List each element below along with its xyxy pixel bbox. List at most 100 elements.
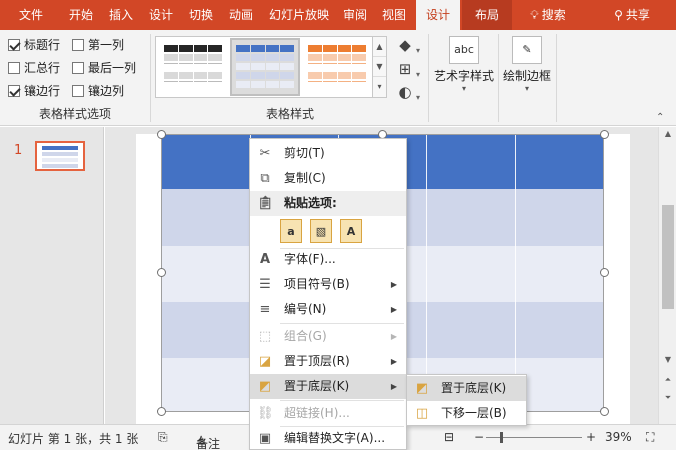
borders-icon[interactable]: ⊞ ▾ bbox=[394, 58, 420, 80]
style-row bbox=[236, 54, 294, 61]
send-to-back-icon: ◩ bbox=[415, 381, 429, 396]
checkbox-label: 镶边列 bbox=[88, 84, 125, 98]
alt-text-icon: ▣ bbox=[258, 431, 272, 446]
table-style-option[interactable] bbox=[160, 40, 226, 94]
first-column-checkbox[interactable]: 第一列 bbox=[72, 36, 124, 54]
menu-item-send-to-back[interactable]: ◩ 置于底层(K) ▶ bbox=[250, 374, 406, 399]
scrollbar-thumb[interactable] bbox=[662, 205, 674, 309]
scroll-up-icon[interactable]: ▲ bbox=[659, 129, 676, 138]
paste-keep-format-icon[interactable]: a bbox=[280, 219, 302, 243]
paste-options-header: 📋︎ 粘贴选项: bbox=[250, 191, 406, 216]
menu-item-edit-alt-text[interactable]: ▣ 编辑替换文字(A)... bbox=[250, 426, 406, 450]
wordart-label: 艺术字样式 bbox=[433, 69, 494, 83]
banded-rows-checkbox[interactable]: 镶边行 bbox=[8, 82, 60, 100]
group-divider bbox=[428, 34, 429, 122]
tab-review[interactable]: 审阅 bbox=[338, 0, 372, 30]
next-slide-icon[interactable]: ⏷ bbox=[659, 393, 676, 403]
last-column-checkbox[interactable]: 最后一列 bbox=[72, 59, 136, 77]
bring-front-icon: ◪ bbox=[258, 354, 272, 369]
draw-borders-button[interactable]: ✎ 绘制边框 ▾ bbox=[500, 36, 554, 93]
table-style-option-selected[interactable] bbox=[230, 38, 300, 96]
paste-picture-icon[interactable]: ▧ bbox=[310, 219, 332, 243]
tab-view[interactable]: 视图 bbox=[376, 0, 412, 30]
menu-item-copy[interactable]: ⧉ 复制(C) bbox=[250, 166, 406, 191]
resize-handle[interactable] bbox=[157, 268, 166, 277]
person-icon: ⚲ bbox=[614, 8, 623, 22]
ribbon: 标题行 第一列 汇总行 最后一列 镶边行 镶边列 表格样式选项 ▲ ▼ ▾ ◆ … bbox=[0, 30, 676, 126]
submenu-arrow-icon: ▶ bbox=[390, 332, 397, 341]
table-style-option[interactable] bbox=[304, 40, 370, 94]
style-row bbox=[236, 81, 294, 88]
zoom-slider-thumb[interactable] bbox=[500, 432, 503, 443]
wordart-styles-button[interactable]: abc 艺术字样式 ▾ bbox=[432, 36, 496, 93]
resize-handle[interactable] bbox=[600, 130, 609, 139]
spellcheck-icon[interactable]: ⎘ bbox=[158, 430, 168, 445]
menu-item-label: 超链接(H)... bbox=[284, 406, 350, 420]
thumb-row bbox=[42, 158, 78, 162]
style-row bbox=[164, 54, 222, 61]
tab-home[interactable]: 开始 bbox=[62, 0, 100, 30]
style-row bbox=[164, 45, 222, 52]
submenu-arrow-icon: ▶ bbox=[390, 382, 397, 391]
menu-item-label: 置于顶层(R) bbox=[284, 354, 350, 368]
vertical-scrollbar[interactable]: ▲ ▼ ⏶ ⏷ bbox=[658, 127, 676, 424]
group-divider bbox=[150, 34, 151, 122]
style-row bbox=[308, 54, 366, 61]
previous-slide-icon[interactable]: ⏶ bbox=[659, 375, 676, 385]
shading-icon[interactable]: ◆ ▾ bbox=[394, 34, 420, 56]
slide-thumbnail[interactable] bbox=[35, 141, 85, 171]
checkbox-label: 标题行 bbox=[24, 38, 61, 52]
group-icon: ⬚ bbox=[258, 329, 272, 344]
resize-handle[interactable] bbox=[157, 407, 166, 416]
gallery-more-icon[interactable]: ▾ bbox=[373, 77, 386, 97]
table-styles-gallery bbox=[155, 36, 373, 98]
tab-search[interactable]: 💡︎ 搜索 bbox=[520, 0, 576, 30]
total-row-checkbox[interactable]: 汇总行 bbox=[8, 59, 60, 77]
style-row bbox=[164, 72, 222, 79]
tab-insert[interactable]: 插入 bbox=[102, 0, 140, 30]
menu-item-font[interactable]: A 字体(F)... bbox=[250, 247, 406, 272]
checkbox-box bbox=[8, 85, 20, 97]
tab-file[interactable]: 文件 bbox=[6, 0, 56, 30]
zoom-in-button[interactable]: + bbox=[586, 430, 596, 444]
zoom-level[interactable]: 39% bbox=[605, 430, 632, 444]
gallery-down-arrow-icon[interactable]: ▼ bbox=[373, 57, 386, 77]
tab-search-label: 搜索 bbox=[541, 8, 566, 22]
tab-slideshow[interactable]: 幻灯片放映 bbox=[262, 0, 336, 30]
tab-design[interactable]: 设计 bbox=[142, 0, 180, 30]
share-button[interactable]: ⚲ 共享 bbox=[604, 0, 660, 30]
menu-item-bring-to-front[interactable]: ◪ 置于顶层(R) ▶ bbox=[250, 349, 406, 374]
group-divider bbox=[556, 34, 557, 122]
gallery-scroll: ▲ ▼ ▾ bbox=[373, 36, 387, 98]
tab-transitions[interactable]: 切换 bbox=[182, 0, 220, 30]
tab-animations[interactable]: 动画 bbox=[222, 0, 260, 30]
tab-table-design[interactable]: 设计 bbox=[416, 0, 460, 30]
ribbon-tab-bar: 文件 开始 插入 设计 切换 动画 幻灯片放映 审阅 视图 设计 布局 💡︎ 搜索… bbox=[0, 0, 676, 30]
header-row-checkbox[interactable]: 标题行 bbox=[8, 36, 60, 54]
presentation-view-icon[interactable]: ⊟ bbox=[444, 430, 454, 444]
menu-item-label: 下移一层(B) bbox=[441, 406, 507, 420]
collapse-ribbon-icon[interactable]: ⌃ bbox=[656, 112, 664, 123]
submenu-item-send-backward[interactable]: ◫ 下移一层(B) bbox=[407, 401, 526, 426]
paste-text-only-icon[interactable]: A bbox=[340, 219, 362, 243]
resize-handle[interactable] bbox=[600, 407, 609, 416]
submenu-arrow-icon: ▶ bbox=[390, 280, 397, 289]
menu-item-numbering[interactable]: ≡ 编号(N) ▶ bbox=[250, 297, 406, 322]
lightbulb-icon: 💡︎ bbox=[530, 8, 539, 22]
menu-item-cut[interactable]: ✂ 剪切(T) bbox=[250, 141, 406, 166]
notes-label: 备注 bbox=[196, 437, 221, 450]
zoom-out-button[interactable]: − bbox=[474, 430, 484, 444]
tab-table-layout[interactable]: 布局 bbox=[462, 0, 512, 30]
resize-handle[interactable] bbox=[600, 268, 609, 277]
scroll-down-icon[interactable]: ▼ bbox=[659, 355, 676, 364]
thumb-row bbox=[42, 164, 78, 168]
slide-number: 1 bbox=[14, 143, 23, 158]
effects-icon[interactable]: ◐ ▾ bbox=[394, 81, 420, 103]
menu-item-bullets[interactable]: ☰ 项目符号(B) ▶ bbox=[250, 272, 406, 297]
fit-to-window-icon[interactable]: ⛶ bbox=[646, 430, 654, 445]
checkbox-box bbox=[72, 39, 84, 51]
gallery-up-arrow-icon[interactable]: ▲ bbox=[373, 37, 386, 57]
submenu-item-send-to-back[interactable]: ◩ 置于底层(K) bbox=[407, 376, 526, 401]
banded-columns-checkbox[interactable]: 镶边列 bbox=[72, 82, 124, 100]
resize-handle[interactable] bbox=[157, 130, 166, 139]
